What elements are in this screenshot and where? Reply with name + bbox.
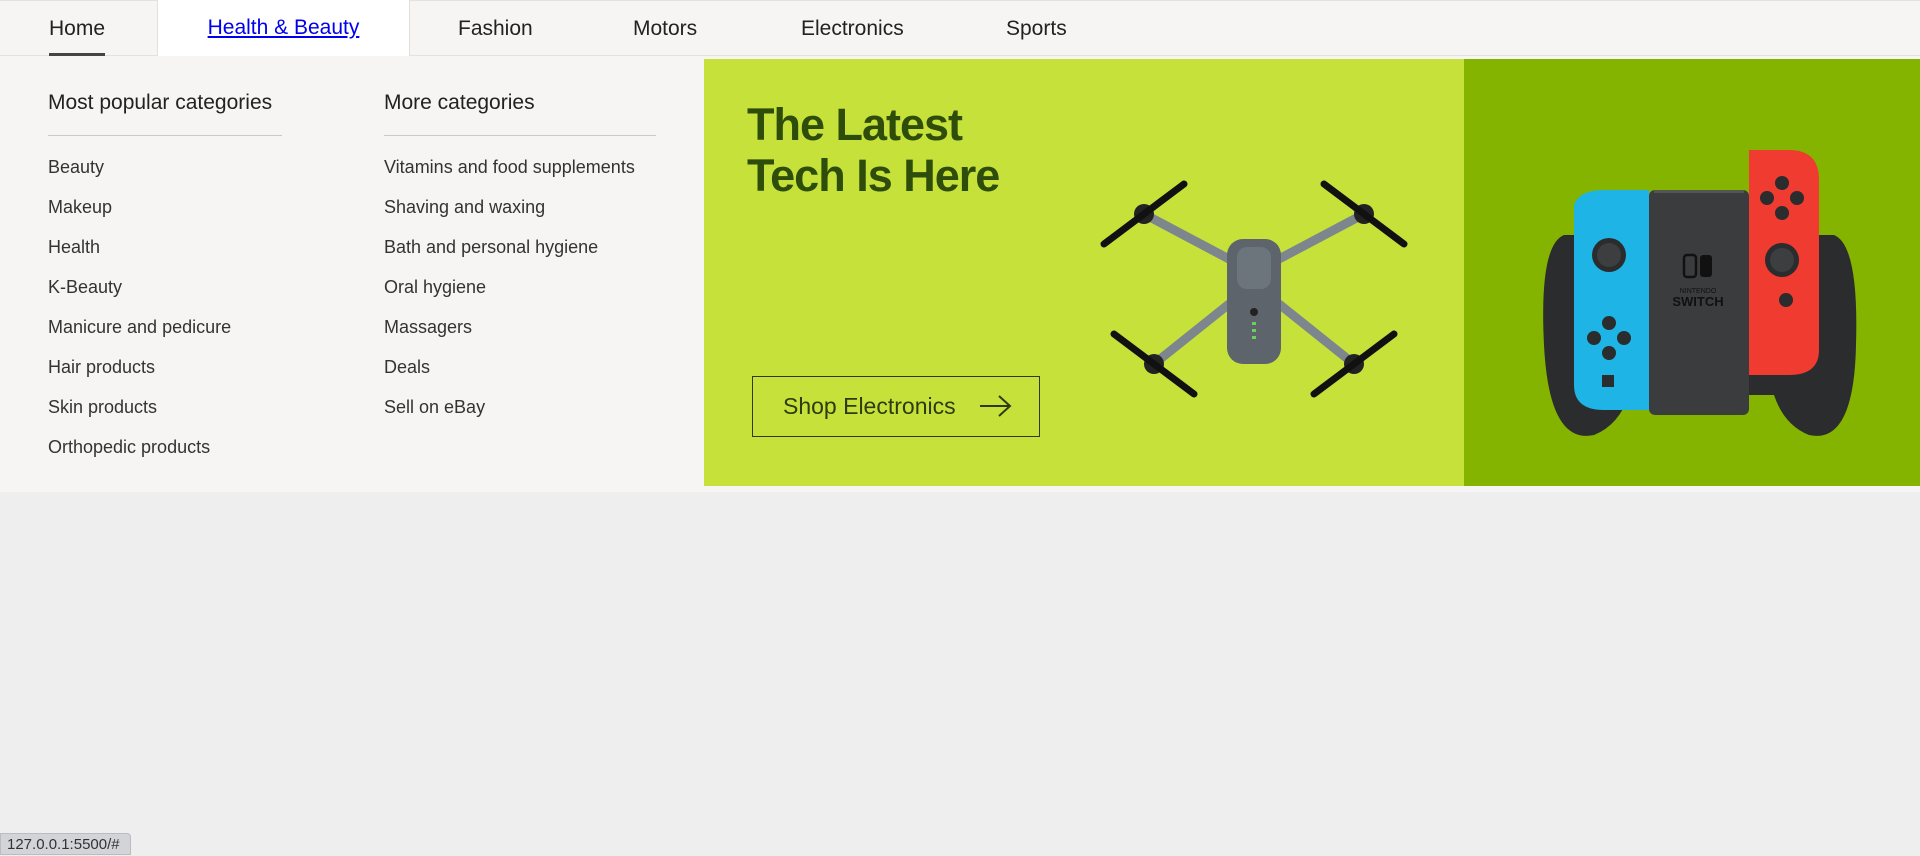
category-link-hair[interactable]: Hair products [48,357,282,397]
category-link-health[interactable]: Health [48,237,282,277]
column-heading-text: Most popular categories [48,91,273,114]
column-heading-text: More categories [384,91,535,114]
category-link-k-beauty[interactable]: K-Beauty [48,277,282,317]
nav-tab-health-beauty[interactable]: Health & Beauty [157,0,410,56]
drone-image [1100,180,1408,398]
banner-headline-line: The Latest [747,99,963,150]
category-link-sell-on-ebay[interactable]: Sell on eBay [384,397,656,437]
nav-tab-label: Health & Beauty [207,16,360,39]
more-categories-heading: More categories [384,56,656,136]
category-link-orthopedic[interactable]: Orthopedic products [48,437,282,477]
category-link-makeup[interactable]: Makeup [48,197,282,237]
popular-categories-list: Beauty Makeup Health K-Beauty Manicure a… [48,136,282,477]
promo-banner-image-panel: NINTENDO SWITCH [1464,59,1920,486]
shop-electronics-button[interactable]: Shop Electronics [752,376,1040,437]
category-link-skin[interactable]: Skin products [48,397,282,437]
banner-headline: The Latest Tech Is Here [747,99,1000,201]
promo-banner[interactable]: The Latest Tech Is Here Shop Electronics [704,59,1464,486]
category-link-bath[interactable]: Bath and personal hygiene [384,237,656,277]
nav-tab-sports[interactable]: Sports [1006,1,1067,56]
button-label: Shop Electronics [783,393,956,419]
arrow-right-icon [980,395,1012,417]
category-link-deals[interactable]: Deals [384,357,656,397]
popular-categories-column: Most popular categories Beauty Makeup He… [48,56,282,477]
category-link-massagers[interactable]: Massagers [384,317,656,357]
nav-tab-label: Electronics [801,17,904,40]
nav-tab-label: Home [49,17,106,40]
category-link-manicure[interactable]: Manicure and pedicure [48,317,282,357]
browser-status-url: 127.0.0.1:5500/# [0,833,131,855]
nav-tab-home[interactable]: Home [49,1,106,56]
nintendo-switch-image: NINTENDO SWITCH [1543,150,1857,436]
category-link-oral[interactable]: Oral hygiene [384,277,656,317]
more-categories-list: Vitamins and food supplements Shaving an… [384,136,656,437]
popular-categories-heading: Most popular categories [48,56,282,136]
nav-tab-fashion[interactable]: Fashion [458,1,533,56]
category-nav-bar: Home Health & Beauty Fashion Motors Elec… [0,0,1920,56]
more-categories-column: More categories Vitamins and food supple… [384,56,656,437]
switch-logo-text: SWITCH [1672,294,1723,309]
nav-tab-label: Sports [1006,17,1067,40]
category-link-beauty[interactable]: Beauty [48,157,282,197]
banner-headline-line: Tech Is Here [747,150,1000,201]
nav-tab-label: Motors [633,17,698,40]
nav-tab-label: Fashion [458,17,533,40]
nav-tab-electronics[interactable]: Electronics [801,1,904,56]
nav-tab-motors[interactable]: Motors [633,1,697,56]
category-link-shaving[interactable]: Shaving and waxing [384,197,656,237]
category-link-vitamins[interactable]: Vitamins and food supplements [384,157,656,197]
